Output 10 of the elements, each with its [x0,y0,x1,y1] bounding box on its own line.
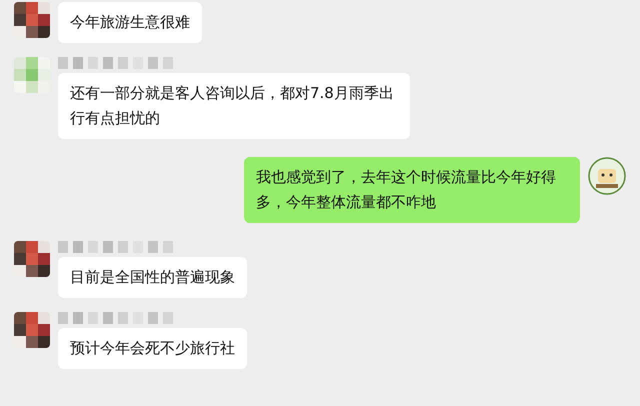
pixelated-avatar [14,312,50,348]
pixelated-avatar [14,241,50,277]
message-bubble: 预计今年会死不少旅行社 [58,328,247,369]
message-bubble: 今年旅游生意很难 [58,2,202,43]
pixelated-avatar [14,57,50,93]
pixelated-avatar [14,2,50,38]
cartoon-avatar [588,157,626,195]
sent-message-bubble: 我也感觉到了，去年这个时候流量比今年好得多，今年整体流量都不咋地 [244,157,580,223]
message-bubble: 目前是全国性的普遍现象 [58,257,247,298]
message-bubble: 还有一部分就是客人咨询以后，都对7.8月雨季出行有点担忧的 [58,73,410,139]
